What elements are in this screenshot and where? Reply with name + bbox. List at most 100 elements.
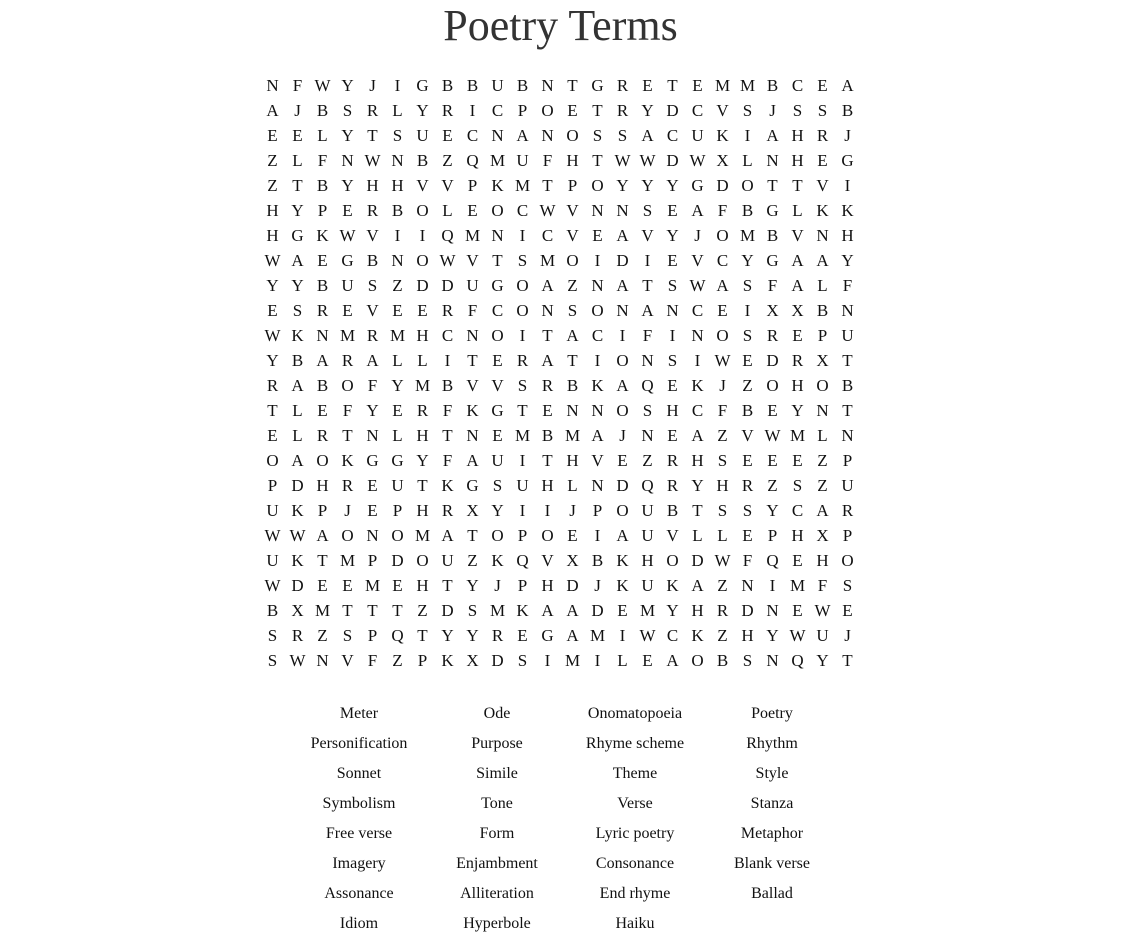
- grid-letter[interactable]: A: [310, 348, 335, 373]
- grid-letter[interactable]: J: [710, 373, 735, 398]
- grid-letter[interactable]: T: [360, 598, 385, 623]
- grid-letter[interactable]: B: [460, 73, 485, 98]
- grid-letter[interactable]: Y: [260, 273, 285, 298]
- grid-letter[interactable]: M: [485, 598, 510, 623]
- grid-letter[interactable]: M: [560, 423, 585, 448]
- grid-letter[interactable]: Y: [260, 348, 285, 373]
- grid-letter[interactable]: K: [660, 573, 685, 598]
- grid-letter[interactable]: V: [360, 298, 385, 323]
- grid-letter[interactable]: A: [610, 373, 635, 398]
- grid-letter[interactable]: E: [410, 298, 435, 323]
- grid-letter[interactable]: N: [385, 248, 410, 273]
- grid-letter[interactable]: C: [785, 73, 810, 98]
- grid-letter[interactable]: E: [335, 198, 360, 223]
- grid-letter[interactable]: F: [735, 548, 760, 573]
- grid-letter[interactable]: N: [585, 473, 610, 498]
- grid-letter[interactable]: H: [735, 623, 760, 648]
- grid-letter[interactable]: R: [335, 473, 360, 498]
- grid-letter[interactable]: Z: [260, 148, 285, 173]
- grid-letter[interactable]: Q: [785, 648, 810, 673]
- grid-letter[interactable]: Z: [560, 273, 585, 298]
- grid-letter[interactable]: N: [610, 298, 635, 323]
- grid-letter[interactable]: V: [485, 373, 510, 398]
- grid-letter[interactable]: P: [260, 473, 285, 498]
- grid-letter[interactable]: V: [735, 423, 760, 448]
- grid-letter[interactable]: X: [760, 298, 785, 323]
- grid-letter[interactable]: S: [735, 98, 760, 123]
- grid-letter[interactable]: O: [610, 398, 635, 423]
- grid-letter[interactable]: V: [585, 448, 610, 473]
- grid-letter[interactable]: C: [435, 323, 460, 348]
- grid-letter[interactable]: D: [710, 173, 735, 198]
- grid-letter[interactable]: T: [335, 598, 360, 623]
- grid-letter[interactable]: I: [410, 223, 435, 248]
- grid-letter[interactable]: C: [485, 98, 510, 123]
- grid-letter[interactable]: H: [535, 573, 560, 598]
- grid-letter[interactable]: P: [835, 448, 860, 473]
- grid-letter[interactable]: C: [685, 98, 710, 123]
- grid-letter[interactable]: I: [660, 323, 685, 348]
- grid-letter[interactable]: V: [660, 523, 685, 548]
- grid-letter[interactable]: X: [710, 148, 735, 173]
- grid-letter[interactable]: Y: [435, 623, 460, 648]
- grid-letter[interactable]: K: [285, 548, 310, 573]
- grid-letter[interactable]: E: [260, 123, 285, 148]
- grid-letter[interactable]: I: [610, 323, 635, 348]
- grid-letter[interactable]: R: [310, 298, 335, 323]
- grid-letter[interactable]: A: [260, 98, 285, 123]
- grid-letter[interactable]: O: [335, 523, 360, 548]
- grid-letter[interactable]: S: [510, 373, 535, 398]
- grid-letter[interactable]: M: [785, 573, 810, 598]
- grid-letter[interactable]: A: [685, 573, 710, 598]
- grid-letter[interactable]: V: [685, 248, 710, 273]
- grid-letter[interactable]: Z: [435, 148, 460, 173]
- grid-letter[interactable]: T: [460, 348, 485, 373]
- grid-letter[interactable]: E: [360, 473, 385, 498]
- grid-letter[interactable]: N: [835, 298, 860, 323]
- grid-letter[interactable]: Y: [485, 498, 510, 523]
- grid-letter[interactable]: E: [485, 348, 510, 373]
- grid-letter[interactable]: A: [310, 523, 335, 548]
- grid-letter[interactable]: S: [635, 198, 660, 223]
- grid-letter[interactable]: I: [760, 573, 785, 598]
- grid-letter[interactable]: I: [435, 348, 460, 373]
- grid-letter[interactable]: G: [835, 148, 860, 173]
- grid-letter[interactable]: Z: [260, 173, 285, 198]
- grid-letter[interactable]: G: [335, 248, 360, 273]
- grid-letter[interactable]: E: [735, 448, 760, 473]
- grid-letter[interactable]: Y: [460, 623, 485, 648]
- grid-letter[interactable]: V: [785, 223, 810, 248]
- grid-letter[interactable]: M: [635, 598, 660, 623]
- grid-letter[interactable]: J: [760, 98, 785, 123]
- grid-letter[interactable]: A: [535, 348, 560, 373]
- grid-letter[interactable]: P: [385, 498, 410, 523]
- grid-letter[interactable]: Y: [660, 223, 685, 248]
- grid-letter[interactable]: F: [435, 398, 460, 423]
- grid-letter[interactable]: W: [610, 148, 635, 173]
- grid-letter[interactable]: L: [810, 273, 835, 298]
- grid-letter[interactable]: P: [810, 323, 835, 348]
- grid-letter[interactable]: E: [335, 298, 360, 323]
- grid-letter[interactable]: R: [435, 298, 460, 323]
- grid-letter[interactable]: E: [560, 98, 585, 123]
- grid-letter[interactable]: P: [835, 523, 860, 548]
- grid-letter[interactable]: S: [660, 348, 685, 373]
- grid-letter[interactable]: N: [360, 423, 385, 448]
- grid-letter[interactable]: H: [685, 598, 710, 623]
- grid-letter[interactable]: N: [335, 148, 360, 173]
- grid-letter[interactable]: A: [635, 298, 660, 323]
- grid-letter[interactable]: R: [360, 98, 385, 123]
- grid-letter[interactable]: E: [735, 523, 760, 548]
- grid-letter[interactable]: G: [535, 623, 560, 648]
- grid-letter[interactable]: S: [710, 498, 735, 523]
- grid-letter[interactable]: U: [485, 73, 510, 98]
- grid-letter[interactable]: S: [460, 598, 485, 623]
- grid-letter[interactable]: N: [760, 648, 785, 673]
- grid-letter[interactable]: A: [535, 273, 560, 298]
- grid-letter[interactable]: K: [285, 323, 310, 348]
- grid-letter[interactable]: S: [260, 623, 285, 648]
- grid-letter[interactable]: M: [310, 598, 335, 623]
- grid-letter[interactable]: G: [360, 448, 385, 473]
- grid-letter[interactable]: V: [435, 173, 460, 198]
- grid-letter[interactable]: N: [685, 323, 710, 348]
